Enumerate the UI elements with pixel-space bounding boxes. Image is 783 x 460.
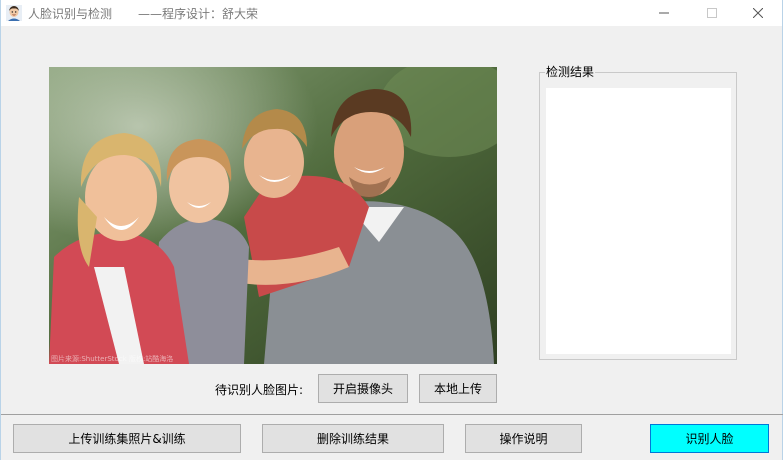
photo-watermark: 图片来源:ShutterStock 版权:站酷海洛 (51, 354, 173, 363)
face-image-preview: 图片来源:ShutterStock 版权:站酷海洛 (49, 67, 497, 364)
minimize-button[interactable] (641, 0, 687, 26)
family-photo-image: 图片来源:ShutterStock 版权:站酷海洛 (49, 67, 497, 364)
face-avatar-icon (6, 5, 22, 21)
window-title: 人脸识别与检测 (28, 6, 113, 21)
instructions-button[interactable]: 操作说明 (465, 424, 582, 453)
bottom-separator (1, 414, 783, 415)
delete-training-button[interactable]: 删除训练结果 (262, 424, 444, 453)
maximize-button[interactable] (689, 0, 735, 26)
minimize-icon (659, 12, 669, 14)
window-subtitle: ——程序设计：舒大荣 (138, 6, 259, 21)
local-upload-button[interactable]: 本地上传 (419, 374, 497, 403)
recognize-face-button[interactable]: 识别人脸 (650, 424, 769, 453)
upload-train-button[interactable]: 上传训练集照片&训练 (13, 424, 241, 453)
title-bar[interactable]: 人脸识别与检测 ——程序设计：舒大荣 (1, 0, 782, 26)
maximize-icon (707, 8, 717, 18)
app-window: 人脸识别与检测 ——程序设计：舒大荣 图片来源:ShutterStock 版权:… (0, 0, 783, 460)
open-camera-button[interactable]: 开启摄像头 (318, 374, 408, 403)
detection-result-label: 检测结果 (545, 65, 596, 79)
pending-image-label: 待识别人脸图片: (215, 383, 304, 397)
close-button[interactable] (735, 0, 781, 26)
detection-result-textbox[interactable] (546, 88, 731, 354)
close-icon (753, 8, 763, 18)
